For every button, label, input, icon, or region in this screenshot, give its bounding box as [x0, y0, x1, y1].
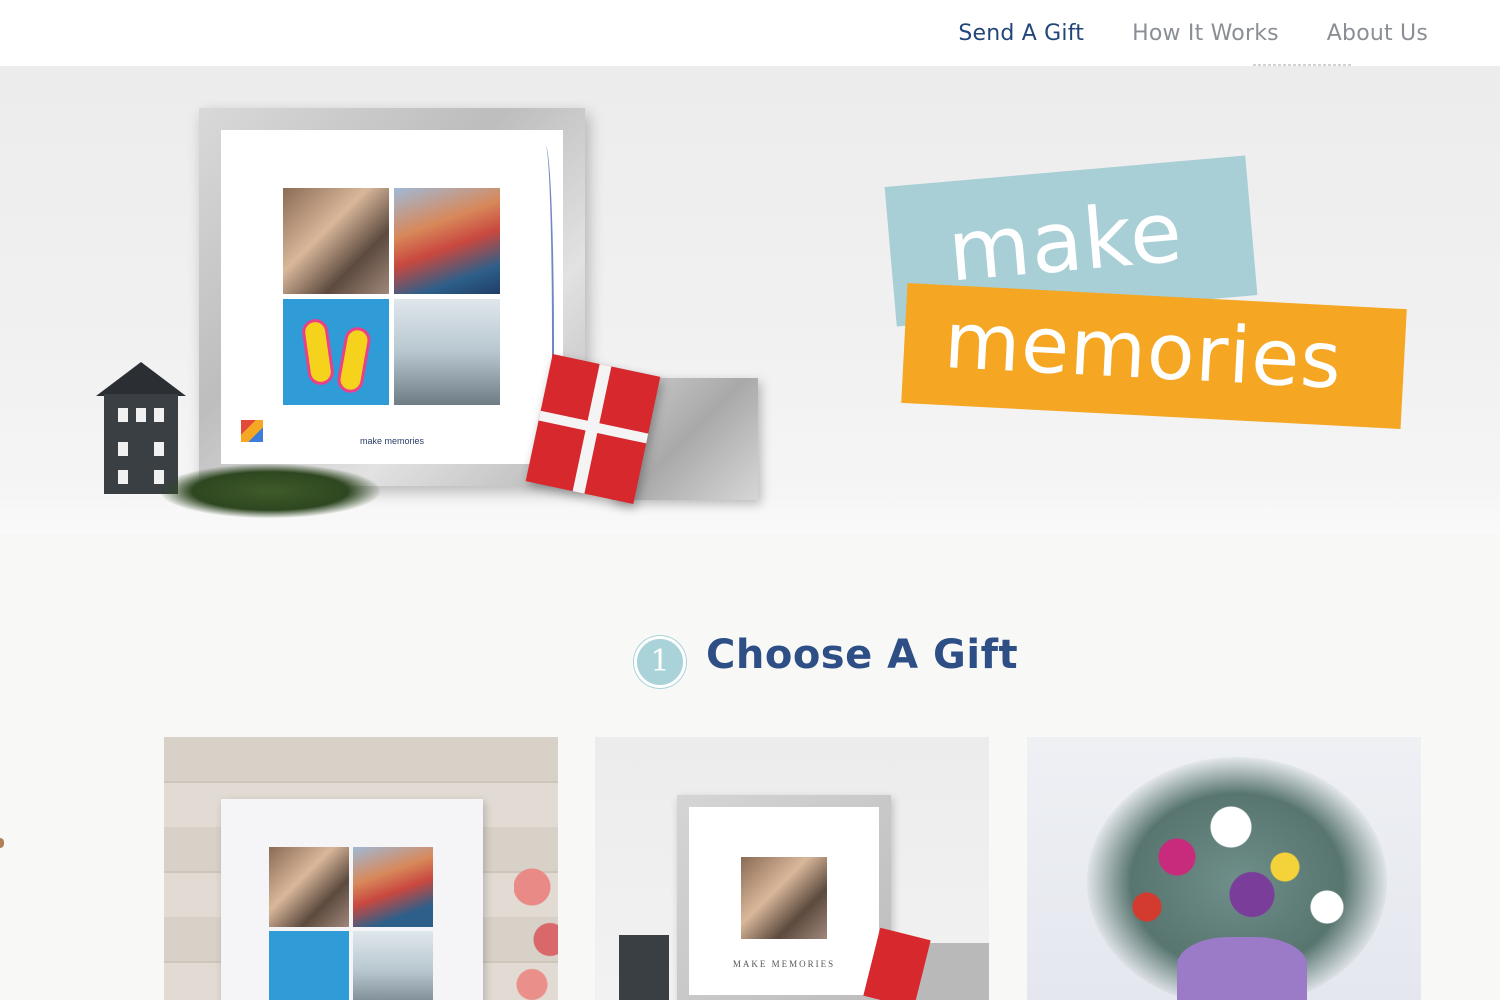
print-photo-friends [269, 847, 349, 927]
hero-frame-print: make memories [221, 130, 563, 464]
hero-tagline-memories: memories [901, 282, 1407, 430]
print-photo-town [353, 847, 433, 927]
hero-photo-beach [394, 299, 500, 405]
section-title: Choose A Gift [706, 632, 1019, 678]
print-photo-flip-flops [269, 931, 349, 1000]
gift-card-flower-bouquet[interactable] [1027, 737, 1421, 1000]
bouquet-wrap [1177, 937, 1307, 1000]
main-nav: Send A Gift How It Works About Us [958, 0, 1428, 66]
hero-photo-flip-flops [283, 299, 389, 405]
decorative-pine-branch [160, 464, 380, 518]
hero-photo-friends [283, 188, 389, 294]
top-navigation-bar: Send A Gift How It Works About Us [0, 0, 1500, 66]
decorative-roses [514, 857, 558, 1000]
nav-send-a-gift[interactable]: Send A Gift [958, 21, 1084, 46]
decorative-house [96, 362, 186, 494]
gift-card-framed-photo[interactable]: MAKE MEMORIES [595, 737, 989, 1000]
framed-photo-frame: MAKE MEMORIES [677, 795, 891, 1000]
flip-flop-right [335, 325, 373, 395]
hero-photo-coastal-town [394, 188, 500, 294]
hero-photo-frame: make memories [199, 108, 585, 486]
hero-frame-caption: make memories [359, 436, 424, 446]
step-number-badge: 1 [634, 636, 686, 688]
flip-flop-left [300, 317, 336, 387]
nav-about-us[interactable]: About Us [1327, 21, 1428, 46]
hero-banner: make memories make memories [0, 66, 1500, 534]
print-photo-beach [353, 931, 433, 1000]
nav-how-it-works[interactable]: How It Works [1132, 21, 1279, 46]
edge-decoration [0, 838, 4, 848]
gift-card-photo-print[interactable] [164, 737, 558, 1000]
decorative-house-small [619, 935, 669, 1000]
framed-photo-image [741, 857, 827, 939]
photo-print-sheet [221, 799, 483, 1000]
framed-photo-caption: MAKE MEMORIES [732, 959, 836, 969]
